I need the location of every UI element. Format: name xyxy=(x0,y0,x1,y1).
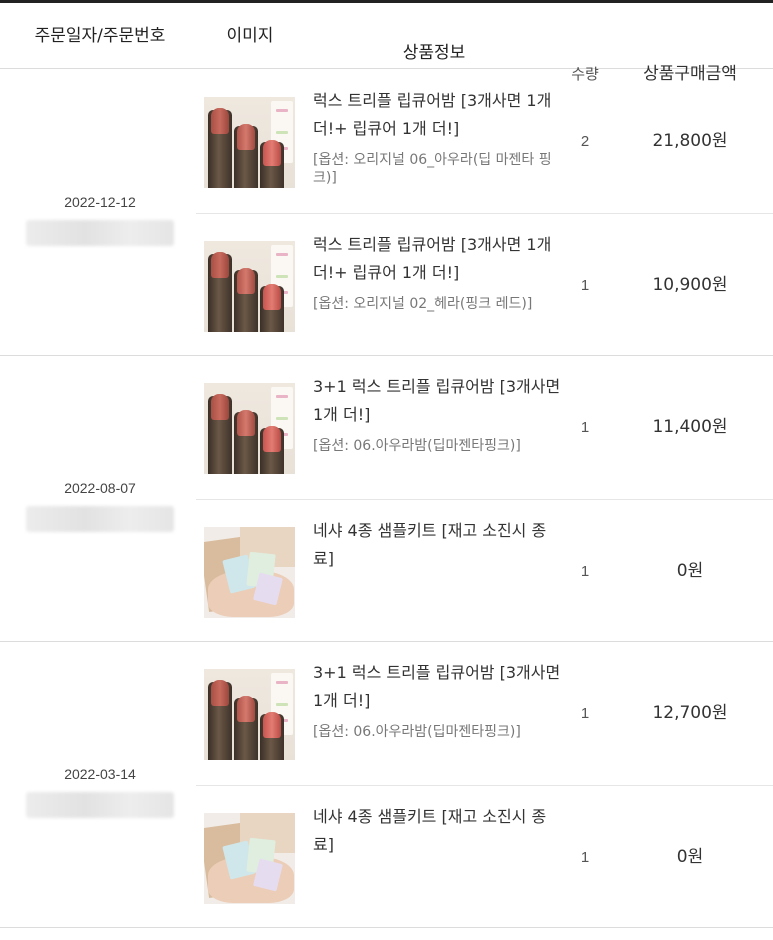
item-quantity: 1 xyxy=(580,563,590,580)
product-option: [옵션: 06.아우라밤(딥마젠타핑크)] xyxy=(313,438,521,454)
order-item-row: 럭스 트리플 립큐어밤 [3개사면 1개 더!+ 립큐어 1개 더!] [옵션:… xyxy=(196,213,773,356)
lipstick-product-image[interactable] xyxy=(204,669,295,760)
lipstick-product-image[interactable] xyxy=(204,241,295,332)
sample-kit-image[interactable] xyxy=(204,813,295,904)
product-option: [옵션: 오리지널 02_헤라(핑크 레드)] xyxy=(313,296,533,312)
product-info: 럭스 트리플 립큐어밤 [3개사면 1개 더!+ 립큐어 1개 더!] [옵션:… xyxy=(313,87,563,187)
order-group: 2022-12-12 럭스 트리플 립큐어밤 [3개사면 1개 더!+ 립큐어 … xyxy=(0,70,773,356)
order-item-row: 3+1 럭스 트리플 립큐어밤 [3개사면 1개 더!] [옵션: 06.아우라… xyxy=(196,642,773,785)
table-header: 주문일자/주문번호 이미지 상품정보 수량 상품구매금액 xyxy=(0,3,773,84)
product-name-link[interactable]: 네샤 4종 샘플키트 [재고 소진시 종료] xyxy=(313,517,563,573)
lipstick-product-image[interactable] xyxy=(204,97,295,188)
product-name-link[interactable]: 럭스 트리플 립큐어밤 [3개사면 1개 더!+ 립큐어 1개 더!] xyxy=(313,87,563,143)
product-name-link[interactable]: 럭스 트리플 립큐어밤 [3개사면 1개 더!+ 립큐어 1개 더!] xyxy=(313,231,563,287)
product-name-link[interactable]: 3+1 럭스 트리플 립큐어밤 [3개사면 1개 더!] xyxy=(313,659,563,715)
item-price: 10,900원 xyxy=(652,275,728,295)
product-name-link[interactable]: 네샤 4종 샘플키트 [재고 소진시 종료] xyxy=(313,803,563,859)
product-info: 3+1 럭스 트리플 립큐어밤 [3개사면 1개 더!] [옵션: 06.아우라… xyxy=(313,659,563,741)
order-date-cell: 2022-08-07 xyxy=(20,480,180,532)
header-image: 이미지 xyxy=(226,26,274,46)
order-date: 2022-08-07 xyxy=(64,480,136,496)
header-order-date: 주문일자/주문번호 xyxy=(34,26,166,46)
order-item-row: 럭스 트리플 립큐어밤 [3개사면 1개 더!+ 립큐어 1개 더!] [옵션:… xyxy=(196,70,773,213)
product-option: [옵션: 06.아우라밤(딥마젠타핑크)] xyxy=(313,724,521,740)
lipstick-product-image[interactable] xyxy=(204,383,295,474)
order-group: 2022-08-07 3+1 럭스 트리플 립큐어밤 [3개사면 1개 더!] … xyxy=(0,356,773,642)
product-info: 럭스 트리플 립큐어밤 [3개사면 1개 더!+ 립큐어 1개 더!] [옵션:… xyxy=(313,231,563,313)
item-quantity: 2 xyxy=(580,133,590,150)
item-price: 12,700원 xyxy=(652,703,728,723)
order-date-cell: 2022-03-14 xyxy=(20,766,180,818)
item-price: 0원 xyxy=(676,847,704,867)
item-price: 21,800원 xyxy=(652,131,728,151)
item-quantity: 1 xyxy=(580,277,590,294)
order-number-redacted xyxy=(26,506,174,532)
product-info: 3+1 럭스 트리플 립큐어밤 [3개사면 1개 더!] [옵션: 06.아우라… xyxy=(313,373,563,455)
order-item-row: 네샤 4종 샘플키트 [재고 소진시 종료] 1 0원 xyxy=(196,499,773,642)
product-info: 네샤 4종 샘플키트 [재고 소진시 종료] xyxy=(313,517,563,581)
item-quantity: 1 xyxy=(580,705,590,722)
order-number-redacted xyxy=(26,792,174,818)
order-history-table: 주문일자/주문번호 이미지 상품정보 수량 상품구매금액 2022-12-12 … xyxy=(0,0,773,940)
product-info: 네샤 4종 샘플키트 [재고 소진시 종료] xyxy=(313,803,563,867)
item-price: 0원 xyxy=(676,561,704,581)
order-item-row: 네샤 4종 샘플키트 [재고 소진시 종료] 1 0원 xyxy=(196,785,773,928)
item-quantity: 1 xyxy=(580,419,590,436)
order-number-redacted xyxy=(26,220,174,246)
item-price: 11,400원 xyxy=(652,417,728,437)
sample-kit-image[interactable] xyxy=(204,527,295,618)
product-option: [옵션: 오리지널 06_아우라(딥 마젠타 핑크)] xyxy=(313,152,552,186)
order-date: 2022-12-12 xyxy=(64,194,136,210)
product-name-link[interactable]: 3+1 럭스 트리플 립큐어밤 [3개사면 1개 더!] xyxy=(313,373,563,429)
order-group: 2022-03-14 3+1 럭스 트리플 립큐어밤 [3개사면 1개 더!] … xyxy=(0,642,773,928)
item-quantity: 1 xyxy=(580,849,590,866)
order-date: 2022-03-14 xyxy=(64,766,136,782)
order-date-cell: 2022-12-12 xyxy=(20,194,180,246)
order-item-row: 3+1 럭스 트리플 립큐어밤 [3개사면 1개 더!] [옵션: 06.아우라… xyxy=(196,356,773,499)
